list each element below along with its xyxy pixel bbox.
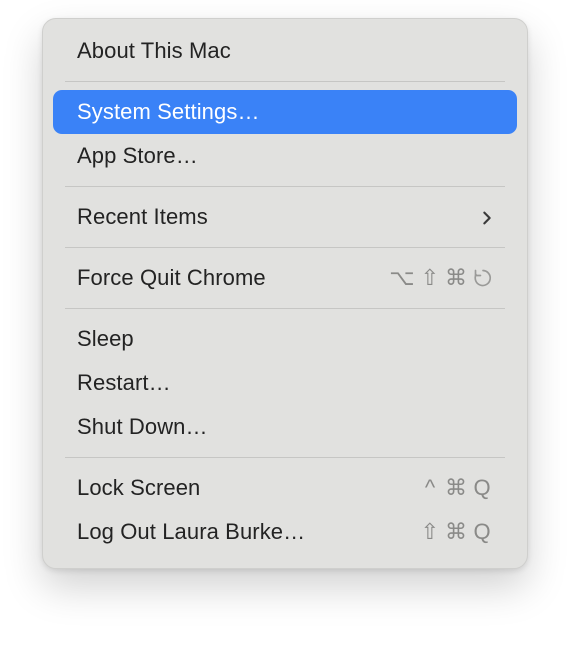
menu-separator (65, 81, 505, 82)
command-key-icon: ⌘ (445, 475, 469, 501)
menu-item-restart[interactable]: Restart… (53, 361, 517, 405)
chevron-right-icon (479, 210, 493, 224)
shift-key-icon: ⇧ (421, 519, 441, 545)
command-key-icon: ⌘ (445, 265, 469, 291)
shift-key-icon: ⇧ (421, 265, 441, 291)
menu-item-label: Sleep (77, 326, 134, 352)
menu-item-label: Lock Screen (77, 475, 200, 501)
apple-menu: About This Mac System Settings… App Stor… (42, 18, 528, 569)
keyboard-shortcut: ⌥ ⇧ ⌘ (389, 265, 493, 291)
shortcut-key-q: Q (473, 519, 493, 545)
menu-item-force-quit[interactable]: Force Quit Chrome ⌥ ⇧ ⌘ (53, 256, 517, 300)
menu-item-shut-down[interactable]: Shut Down… (53, 405, 517, 449)
menu-item-log-out[interactable]: Log Out Laura Burke… ⇧ ⌘ Q (53, 510, 517, 554)
option-key-icon: ⌥ (389, 265, 416, 291)
escape-key-icon (473, 268, 493, 288)
submenu-indicator (479, 210, 493, 224)
menu-item-label: About This Mac (77, 38, 231, 64)
menu-item-label: Shut Down… (77, 414, 208, 440)
menu-item-lock-screen[interactable]: Lock Screen ^ ⌘ Q (53, 466, 517, 510)
menu-separator (65, 308, 505, 309)
command-key-icon: ⌘ (445, 519, 469, 545)
keyboard-shortcut: ⇧ ⌘ Q (421, 519, 493, 545)
menu-item-recent-items[interactable]: Recent Items (53, 195, 517, 239)
menu-item-label: Restart… (77, 370, 171, 396)
menu-item-app-store[interactable]: App Store… (53, 134, 517, 178)
menu-item-system-settings[interactable]: System Settings… (53, 90, 517, 134)
menu-separator (65, 186, 505, 187)
menu-separator (65, 457, 505, 458)
menu-item-label: Force Quit Chrome (77, 265, 266, 291)
menu-item-label: App Store… (77, 143, 198, 169)
menu-item-label: Log Out Laura Burke… (77, 519, 305, 545)
menu-separator (65, 247, 505, 248)
control-key-icon: ^ (421, 475, 441, 501)
shortcut-key-q: Q (473, 475, 493, 501)
menu-item-label: System Settings… (77, 99, 260, 125)
menu-item-label: Recent Items (77, 204, 208, 230)
menu-item-about-this-mac[interactable]: About This Mac (53, 29, 517, 73)
keyboard-shortcut: ^ ⌘ Q (421, 475, 493, 501)
menu-item-sleep[interactable]: Sleep (53, 317, 517, 361)
